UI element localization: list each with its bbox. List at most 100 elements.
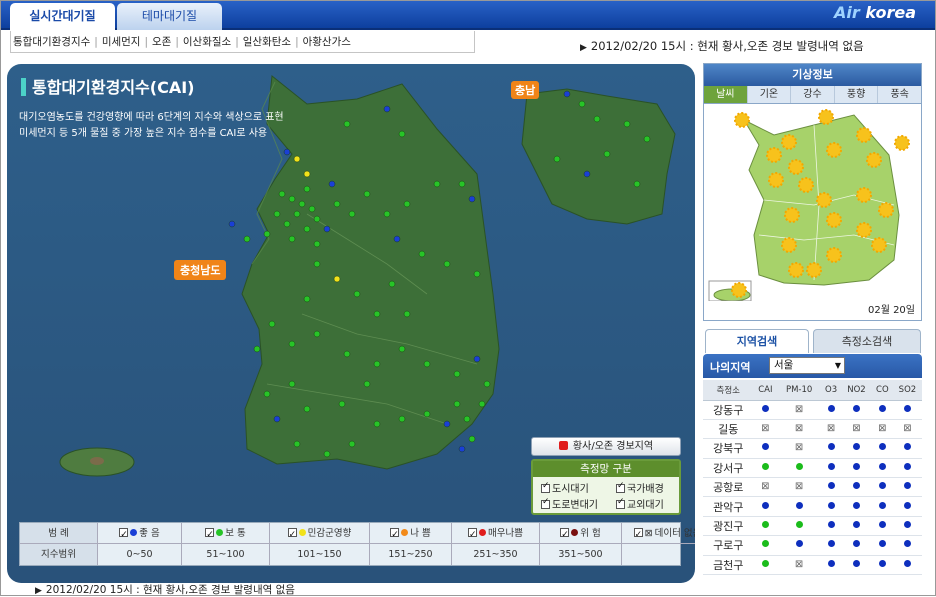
- station-marker[interactable]: [293, 440, 301, 448]
- tab-region-search[interactable]: 지역검색: [705, 329, 809, 353]
- station-marker[interactable]: [363, 380, 371, 388]
- station-marker[interactable]: [328, 180, 336, 188]
- station-marker[interactable]: [313, 215, 321, 223]
- badge-chungcheongnam-do[interactable]: 충청남도: [174, 260, 227, 280]
- station-marker[interactable]: [468, 195, 476, 203]
- table-row[interactable]: 금천구 ⊠: [703, 555, 922, 576]
- table-row[interactable]: 강동구 ⊠: [703, 400, 922, 420]
- weather-tab-wind-direction[interactable]: 풍향: [834, 86, 879, 103]
- station-marker[interactable]: [308, 205, 316, 213]
- station-name[interactable]: 공항로: [703, 477, 754, 498]
- station-marker[interactable]: [393, 235, 401, 243]
- station-marker[interactable]: [313, 260, 321, 268]
- tab-station-search[interactable]: 측정소검색: [813, 329, 921, 353]
- station-marker[interactable]: [473, 355, 481, 363]
- station-marker[interactable]: [398, 415, 406, 423]
- station-name[interactable]: 강북구: [703, 438, 754, 459]
- station-marker[interactable]: [423, 410, 431, 418]
- station-marker[interactable]: [303, 225, 311, 233]
- station-marker[interactable]: [373, 360, 381, 368]
- station-name[interactable]: 강서구: [703, 458, 754, 479]
- station-marker[interactable]: [348, 440, 356, 448]
- station-marker[interactable]: [433, 180, 441, 188]
- legend-item[interactable]: 매우나쁨: [452, 523, 540, 544]
- table-row[interactable]: 광진구: [703, 516, 922, 537]
- station-marker[interactable]: [483, 380, 491, 388]
- station-marker[interactable]: [388, 280, 396, 288]
- station-marker[interactable]: [423, 360, 431, 368]
- station-marker[interactable]: [373, 310, 381, 318]
- station-marker[interactable]: [268, 320, 276, 328]
- airkorea-logo[interactable]: Air korea: [834, 3, 916, 22]
- station-marker[interactable]: [373, 420, 381, 428]
- station-marker[interactable]: [293, 210, 301, 218]
- badge-chungnam[interactable]: 충남: [511, 81, 540, 99]
- station-marker[interactable]: [333, 200, 341, 208]
- station-marker[interactable]: [398, 130, 406, 138]
- table-row[interactable]: 길동 ⊠ ⊠ ⊠ ⊠ ⊠ ⊠: [703, 419, 922, 440]
- station-marker[interactable]: [353, 290, 361, 298]
- legend-item[interactable]: 위 험: [540, 523, 622, 544]
- station-marker[interactable]: [383, 210, 391, 218]
- station-marker[interactable]: [303, 170, 311, 178]
- legend-item[interactable]: ⊠데이터 없음: [622, 523, 695, 544]
- subnav-so2[interactable]: 아황산가스: [303, 36, 351, 48]
- station-marker[interactable]: [443, 260, 451, 268]
- station-marker[interactable]: [453, 400, 461, 408]
- table-row[interactable]: 강서구: [703, 458, 922, 479]
- station-marker[interactable]: [288, 340, 296, 348]
- station-marker[interactable]: [478, 400, 486, 408]
- station-marker[interactable]: [348, 210, 356, 218]
- station-name[interactable]: 강동구: [703, 400, 754, 420]
- station-marker[interactable]: [243, 235, 251, 243]
- station-marker[interactable]: [293, 155, 301, 163]
- station-marker[interactable]: [288, 195, 296, 203]
- station-marker[interactable]: [263, 230, 271, 238]
- weather-tab-precipitation[interactable]: 강수: [791, 86, 835, 103]
- subnav-pm10[interactable]: 미세먼지: [102, 36, 141, 48]
- subnav-co[interactable]: 일산화탄소: [243, 36, 291, 48]
- tab-theme-air-quality[interactable]: 테마대기질: [117, 3, 222, 30]
- station-marker[interactable]: [253, 345, 261, 353]
- station-marker[interactable]: [403, 200, 411, 208]
- station-marker[interactable]: [228, 220, 236, 228]
- station-marker[interactable]: [273, 210, 281, 218]
- station-marker[interactable]: [343, 350, 351, 358]
- station-marker[interactable]: [468, 435, 476, 443]
- station-marker[interactable]: [323, 450, 331, 458]
- table-row[interactable]: 구로구: [703, 535, 922, 556]
- station-name[interactable]: 관악구: [703, 496, 754, 517]
- station-marker[interactable]: [323, 225, 331, 233]
- region-select[interactable]: 서울 ▼: [769, 357, 845, 374]
- station-marker[interactable]: [288, 380, 296, 388]
- station-name[interactable]: 길동: [703, 419, 754, 440]
- network-roadside-checkbox[interactable]: 도로변대기: [541, 496, 598, 511]
- station-marker[interactable]: [473, 270, 481, 278]
- subnav-no2[interactable]: 이산화질소: [183, 36, 231, 48]
- station-marker[interactable]: [333, 275, 341, 283]
- station-marker[interactable]: [313, 330, 321, 338]
- station-marker[interactable]: [273, 415, 281, 423]
- station-marker[interactable]: [403, 310, 411, 318]
- station-marker[interactable]: [463, 415, 471, 423]
- station-marker[interactable]: [343, 120, 351, 128]
- station-marker[interactable]: [363, 190, 371, 198]
- table-row[interactable]: 공항로 ⊠ ⊠: [703, 477, 922, 498]
- station-marker[interactable]: [298, 200, 306, 208]
- table-row[interactable]: 관악구: [703, 496, 922, 517]
- station-marker[interactable]: [283, 148, 291, 156]
- station-name[interactable]: 광진구: [703, 516, 754, 537]
- legend-item[interactable]: 좋 음: [98, 523, 182, 544]
- dust-ozone-warning-button[interactable]: 황사/오존 경보지역: [531, 437, 681, 456]
- station-name[interactable]: 구로구: [703, 535, 754, 556]
- station-marker[interactable]: [338, 400, 346, 408]
- weather-tab-weather[interactable]: 날씨: [704, 86, 748, 103]
- network-suburban-checkbox[interactable]: 교외대기: [616, 496, 664, 511]
- station-marker[interactable]: [303, 405, 311, 413]
- table-row[interactable]: 강북구 ⊠: [703, 438, 922, 459]
- legend-item[interactable]: 보 통: [182, 523, 270, 544]
- weather-tab-temperature[interactable]: 기온: [747, 86, 792, 103]
- station-marker[interactable]: [263, 390, 271, 398]
- station-marker[interactable]: [458, 180, 466, 188]
- station-name[interactable]: 금천구: [703, 555, 754, 576]
